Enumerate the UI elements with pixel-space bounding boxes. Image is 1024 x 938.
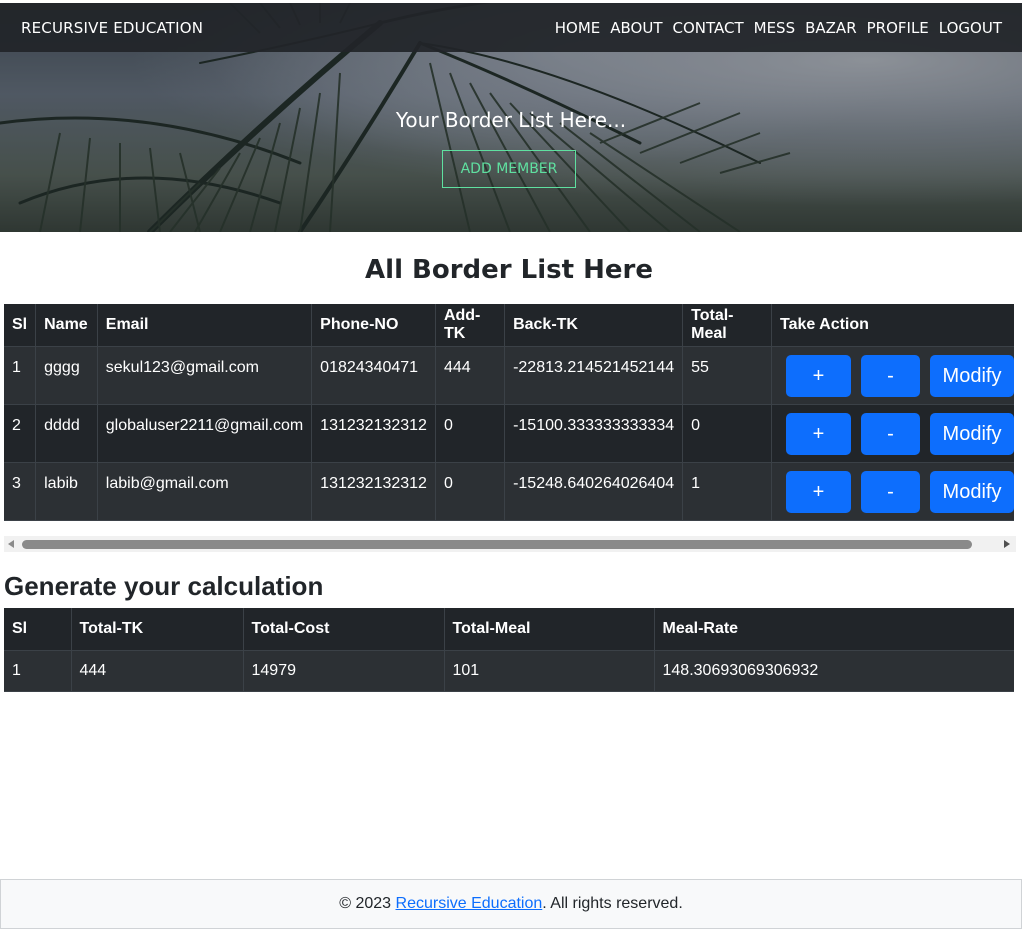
cell-email: globaluser2211@gmail.com bbox=[97, 404, 313, 463]
cell-meal-rate: 148.30693069306932 bbox=[654, 650, 1014, 692]
border-table: Sl Name Email Phone-NO Add-TK Back-TK To… bbox=[4, 304, 1014, 521]
table-row: 1 444 14979 101 148.30693069306932 bbox=[4, 650, 1014, 692]
calculation-title: Generate your calculation bbox=[4, 571, 324, 601]
cell-back-tk: -15100.333333333334 bbox=[504, 404, 684, 463]
table-row: 1 gggg sekul123@gmail.com 01824340471 44… bbox=[4, 346, 1014, 405]
column-header: Name bbox=[35, 304, 98, 347]
scrollbar-thumb[interactable] bbox=[22, 540, 972, 549]
modify-button[interactable]: Modify bbox=[930, 354, 1014, 397]
cell-add-tk: 0 bbox=[435, 462, 506, 521]
minus-button[interactable]: - bbox=[861, 412, 920, 455]
column-header: Sl bbox=[4, 608, 72, 651]
cell-email: sekul123@gmail.com bbox=[97, 346, 313, 405]
cell-actions: + - Modify bbox=[771, 346, 1014, 405]
column-header: Phone-NO bbox=[311, 304, 436, 347]
cell-sl: 1 bbox=[4, 346, 37, 405]
plus-button[interactable]: + bbox=[786, 412, 851, 455]
nav-mess[interactable]: MESS bbox=[754, 19, 795, 37]
border-list-title: All Border List Here bbox=[365, 255, 653, 285]
nav-about[interactable]: ABOUT bbox=[610, 19, 662, 37]
minus-button[interactable]: - bbox=[861, 470, 920, 513]
cell-phone: 131232132312 bbox=[311, 404, 436, 463]
cell-total-meal: 101 bbox=[444, 650, 655, 692]
cell-total-meal: 55 bbox=[682, 346, 772, 405]
cell-name: dddd bbox=[35, 404, 98, 463]
modify-button[interactable]: Modify bbox=[930, 470, 1014, 513]
cell-total-tk: 444 bbox=[71, 650, 244, 692]
column-header: Total-Cost bbox=[243, 608, 445, 651]
nav-home[interactable]: HOME bbox=[555, 19, 601, 37]
cell-sl: 3 bbox=[4, 462, 37, 521]
minus-button[interactable]: - bbox=[861, 354, 920, 397]
column-header: Add-TK bbox=[435, 304, 506, 347]
cell-actions: + - Modify bbox=[771, 404, 1014, 463]
modify-button[interactable]: Modify bbox=[930, 412, 1014, 455]
cell-total-cost: 14979 bbox=[243, 650, 445, 692]
footer-rights: . All rights reserved. bbox=[542, 895, 683, 912]
plus-button[interactable]: + bbox=[786, 354, 851, 397]
cell-email: labib@gmail.com bbox=[97, 462, 313, 521]
cell-sl: 2 bbox=[4, 404, 37, 463]
cell-phone: 131232132312 bbox=[311, 462, 436, 521]
column-header: Meal-Rate bbox=[654, 608, 1014, 651]
nav-logout[interactable]: LOGOUT bbox=[939, 19, 1002, 37]
footer-copyright: © 2023 bbox=[339, 895, 396, 912]
cell-name: labib bbox=[35, 462, 98, 521]
column-header: Total-TK bbox=[71, 608, 244, 651]
nav-profile[interactable]: PROFILE bbox=[867, 19, 929, 37]
hero-title: Your Border List Here... bbox=[395, 108, 627, 132]
table-row: 2 dddd globaluser2211@gmail.com 13123213… bbox=[4, 404, 1014, 463]
navbar: RECURSIVE EDUCATION HOME ABOUT CONTACT M… bbox=[0, 3, 1022, 52]
cell-back-tk: -22813.214521452144 bbox=[504, 346, 684, 405]
cell-add-tk: 0 bbox=[435, 404, 506, 463]
footer: © 2023 Recursive Education. All rights r… bbox=[0, 879, 1022, 929]
cell-total-meal: 0 bbox=[682, 404, 772, 463]
column-header: Total-Meal bbox=[682, 304, 772, 347]
column-header: Total-Meal bbox=[444, 608, 655, 651]
cell-name: gggg bbox=[35, 346, 98, 405]
horizontal-scrollbar[interactable] bbox=[4, 536, 1016, 552]
column-header: Email bbox=[97, 304, 313, 347]
cell-phone: 01824340471 bbox=[311, 346, 436, 405]
column-header: Sl bbox=[4, 304, 37, 347]
brand-logo[interactable]: RECURSIVE EDUCATION bbox=[21, 19, 203, 37]
nav-contact[interactable]: CONTACT bbox=[673, 19, 744, 37]
add-member-button[interactable]: ADD MEMBER bbox=[442, 150, 576, 188]
table-row: 3 labib labib@gmail.com 131232132312 0 -… bbox=[4, 462, 1014, 521]
scroll-right-arrow-icon[interactable] bbox=[1004, 540, 1010, 548]
cell-add-tk: 444 bbox=[435, 346, 506, 405]
column-header: Take Action bbox=[771, 304, 1014, 347]
cell-back-tk: -15248.640264026404 bbox=[504, 462, 684, 521]
cell-sl: 1 bbox=[4, 650, 72, 692]
nav-bazar[interactable]: BAZAR bbox=[805, 19, 857, 37]
nav-links: HOME ABOUT CONTACT MESS BAZAR PROFILE LO… bbox=[555, 19, 1002, 37]
footer-link[interactable]: Recursive Education bbox=[396, 895, 543, 913]
cell-total-meal: 1 bbox=[682, 462, 772, 521]
plus-button[interactable]: + bbox=[786, 470, 851, 513]
table-header-row: Sl Total-TK Total-Cost Total-Meal Meal-R… bbox=[4, 608, 1014, 651]
table-header-row: Sl Name Email Phone-NO Add-TK Back-TK To… bbox=[4, 304, 1014, 347]
scroll-left-arrow-icon[interactable] bbox=[8, 540, 14, 548]
calculation-table: Sl Total-TK Total-Cost Total-Meal Meal-R… bbox=[4, 608, 1014, 692]
column-header: Back-TK bbox=[504, 304, 684, 347]
cell-actions: + - Modify bbox=[771, 462, 1014, 521]
